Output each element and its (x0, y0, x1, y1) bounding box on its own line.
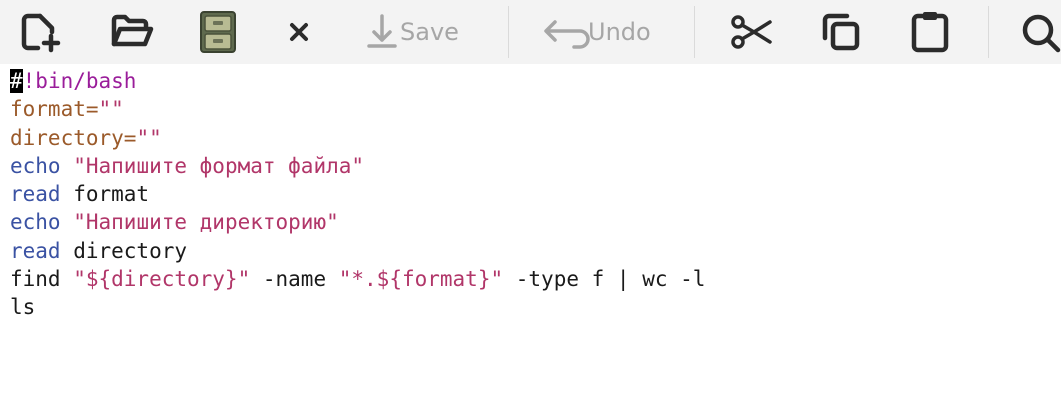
text-editor[interactable]: #!bin/bash format="" directory="" echo "Нап… (0, 64, 1061, 400)
undo-button[interactable]: Undo (540, 8, 664, 56)
toolbar-separator (694, 6, 695, 58)
plain-token: find (10, 267, 74, 292)
toolbar-separator (508, 6, 509, 58)
keyword-token: read (10, 182, 61, 207)
keyword-token: echo (10, 153, 61, 178)
close-button[interactable] (276, 8, 322, 56)
string-token: "" (136, 125, 162, 150)
code-line: format="" (10, 95, 705, 123)
code-line: directory="" (10, 124, 705, 152)
clipboard-icon (911, 12, 949, 53)
code-line: echo "Напишите директорию" (10, 208, 705, 236)
code-line: find "${directory}" -name "*.${format}" … (10, 265, 705, 293)
string-token: "${directory}" (73, 267, 251, 292)
plain-token: -type f | wc -l (503, 267, 706, 292)
copy-button[interactable] (814, 8, 868, 56)
code-line: read format (10, 180, 705, 208)
keyword-token: echo (10, 210, 61, 235)
string-token: "" (98, 97, 124, 122)
save-label: Save (400, 18, 459, 46)
shebang-token: !bin/bash (22, 69, 137, 93)
plain-token: format (60, 182, 150, 207)
save-button[interactable]: Save (364, 8, 480, 56)
cut-button[interactable] (726, 8, 780, 56)
code-line: echo "Напишите формат файла" (10, 152, 705, 180)
plain-token: ls (10, 295, 36, 320)
new-file-button[interactable] (14, 8, 66, 56)
open-button[interactable] (106, 8, 158, 56)
new-file-icon (21, 13, 61, 53)
undo-label: Undo (588, 18, 651, 46)
close-icon (290, 23, 308, 41)
code-line: ls (10, 293, 705, 321)
find-button[interactable] (1014, 8, 1061, 56)
string-token: "Напишите формат файла" (73, 153, 365, 178)
cabinet-icon (200, 11, 236, 53)
scissors-icon (731, 15, 772, 49)
variable-token: directory= (10, 125, 137, 150)
download-save-icon (367, 14, 397, 48)
string-token: "*.${format}" (338, 267, 504, 292)
code-line: read directory (10, 237, 705, 265)
text-cursor: # (10, 69, 23, 93)
toolbar: Save Undo (0, 0, 1061, 64)
plain-token: directory (60, 238, 188, 263)
undo-arrow-icon (544, 20, 590, 49)
paste-button[interactable] (902, 8, 958, 56)
keyword-token: read (10, 238, 61, 263)
variable-token: format= (10, 97, 99, 122)
plain-token: -name (250, 267, 339, 292)
search-icon (1022, 14, 1061, 53)
folder-open-icon (111, 14, 154, 47)
code-line: #!bin/bash (10, 67, 705, 95)
string-token: "Напишите директорию" (73, 210, 339, 235)
code-content: #!bin/bash format="" directory="" echo "Нап… (10, 67, 705, 322)
toolbar-separator (988, 6, 989, 58)
save-all-button[interactable] (192, 8, 244, 56)
copy-icon (822, 13, 860, 51)
